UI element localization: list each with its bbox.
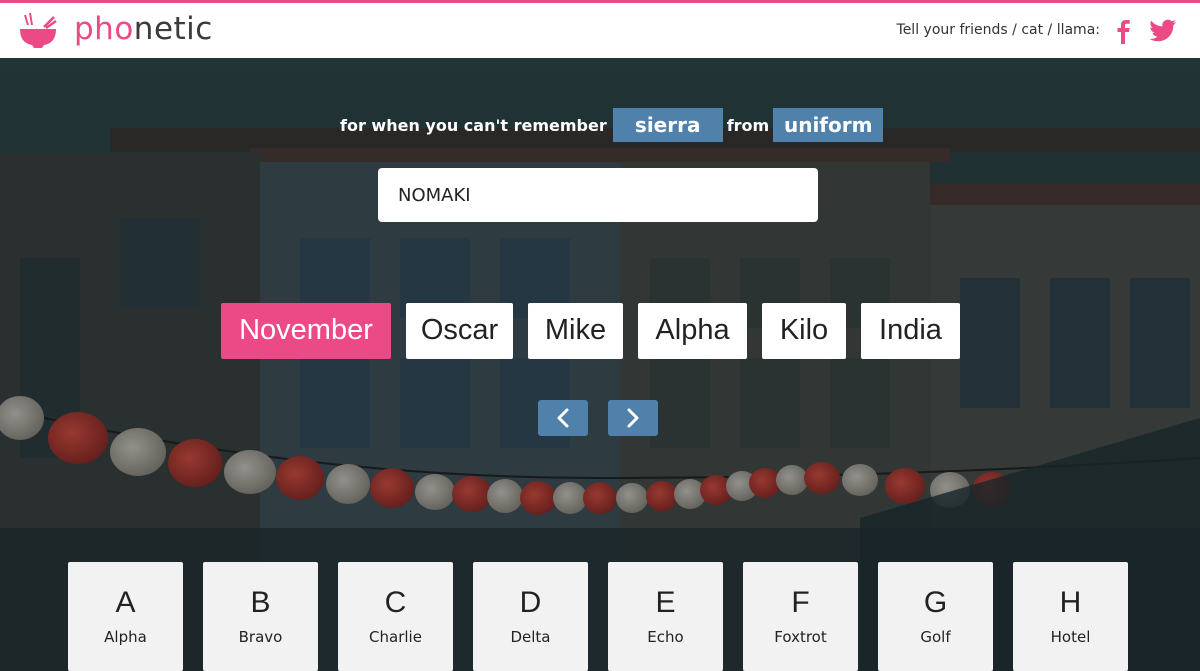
phonetic-word-tile[interactable]: Kilo (762, 303, 846, 359)
card-word: Hotel (1050, 628, 1091, 646)
phonetic-word-tile[interactable]: India (861, 303, 960, 359)
tagline-example-word-2: uniform (773, 108, 884, 142)
card-letter: A (115, 586, 136, 619)
card-word: Bravo (238, 628, 283, 646)
phonetic-word-tile[interactable]: Oscar (406, 303, 513, 359)
word-input[interactable] (378, 168, 818, 222)
share-text: Tell your friends / cat / llama: (896, 22, 1100, 38)
card-word: Echo (647, 628, 684, 646)
phonetic-word-tile[interactable]: Mike (528, 303, 623, 359)
phonetic-word-tile[interactable]: November (221, 303, 391, 359)
card-letter: C (384, 586, 407, 619)
facebook-icon[interactable] (1112, 18, 1134, 44)
card-word: Foxtrot (774, 628, 827, 646)
card-letter: D (519, 586, 542, 619)
tagline-from: from (726, 115, 770, 135)
card-letter: B (250, 586, 271, 619)
card-letter: E (655, 586, 676, 619)
tagline-example-word: sierra (612, 108, 723, 142)
noodle-bowl-icon[interactable] (18, 11, 58, 51)
tagline-text: for when you can't remember (340, 115, 607, 135)
brand-name[interactable]: phonetic (74, 11, 213, 47)
card-letter: H (1059, 586, 1082, 619)
card-word: Delta (510, 628, 551, 646)
phonetic-word-tile[interactable]: Alpha (638, 303, 747, 359)
alphabet-card[interactable]: E Echo (608, 562, 723, 671)
card-letter: G (923, 586, 948, 619)
card-word: Alpha (104, 628, 147, 646)
alphabet-card[interactable]: F Foxtrot (743, 562, 858, 671)
chevron-right-icon (627, 408, 639, 428)
brand-prefix: pho (74, 11, 134, 47)
alphabet-card[interactable]: A Alpha (68, 562, 183, 671)
alphabet-card[interactable]: D Delta (473, 562, 588, 671)
tagline: for when you can't remember sierra from … (340, 108, 884, 142)
site-header: phonetic Tell your friends / cat / llama… (0, 3, 1200, 58)
alphabet-card[interactable]: G Golf (878, 562, 993, 671)
next-button[interactable] (608, 400, 658, 436)
card-letter: F (791, 586, 810, 619)
card-word: Charlie (369, 628, 422, 646)
brand-suffix: netic (133, 11, 213, 47)
chevron-left-icon (557, 408, 569, 428)
card-word: Golf (920, 628, 951, 646)
alphabet-card[interactable]: H Hotel (1013, 562, 1128, 671)
alphabet-card[interactable]: B Bravo (203, 562, 318, 671)
alphabet-card[interactable]: C Charlie (338, 562, 453, 671)
twitter-icon[interactable] (1149, 19, 1177, 43)
previous-button[interactable] (538, 400, 588, 436)
